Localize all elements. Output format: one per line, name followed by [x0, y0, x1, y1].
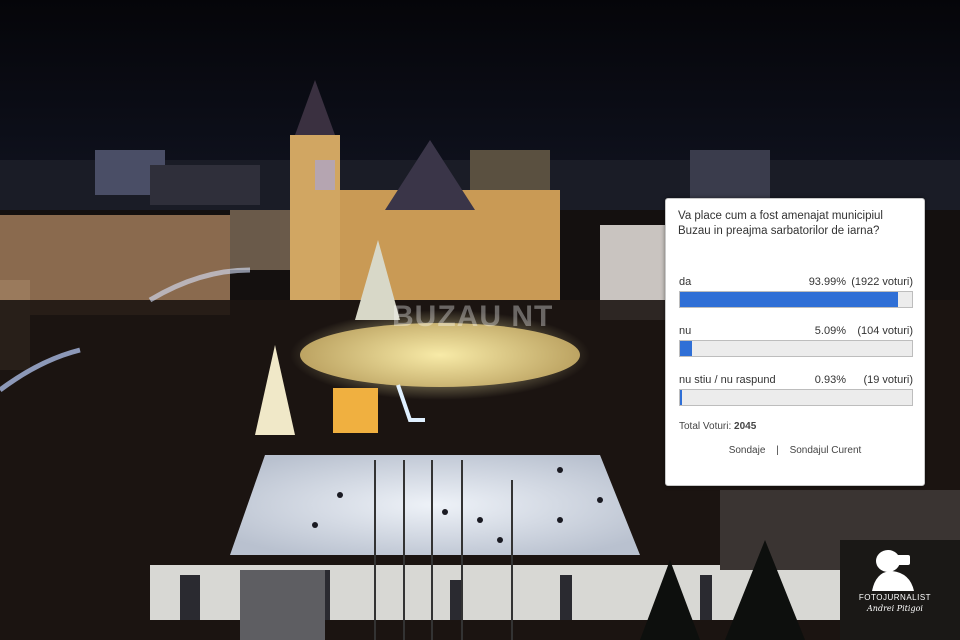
logo-text: FOTOJURNALIST — [858, 593, 932, 602]
poll-widget: Va place cum a fost amenajat municipiul … — [665, 198, 925, 486]
option-label: da — [679, 276, 692, 288]
photographer-icon — [872, 550, 914, 591]
option-bar-fill — [680, 292, 899, 307]
total-label: Total Voturi: — [679, 421, 732, 432]
option-bar-fill — [680, 341, 692, 356]
surveys-link[interactable]: Sondaje — [729, 445, 766, 456]
option-percent: 93.99% — [808, 276, 846, 288]
option-label: nu — [679, 325, 692, 337]
option-bar — [679, 389, 913, 406]
option-votes: (1922 voturi) — [851, 276, 913, 288]
poll-option-nu: nu 5.09% (104 voturi) — [679, 325, 913, 357]
photo-watermark: BUZAU NT — [392, 300, 554, 333]
option-votes: (19 voturi) — [863, 374, 913, 386]
logo-signature: Andrei Pitigoi — [867, 604, 923, 613]
total-value: 2045 — [734, 421, 757, 432]
poll-option-da: da 93.99% (1922 voturi) — [679, 276, 913, 308]
option-votes: (104 voturi) — [857, 325, 913, 337]
option-bar-fill — [680, 390, 683, 405]
photographer-logo: FOTOJURNALIST Andrei Pitigoi — [852, 545, 938, 620]
option-percent: 0.93% — [814, 374, 846, 386]
link-separator: | — [776, 445, 779, 456]
poll-links: Sondaje | Sondajul Curent — [666, 445, 924, 456]
poll-option-nu-stiu: nu stiu / nu raspund 0.93% (19 voturi) — [679, 374, 913, 406]
current-survey-link[interactable]: Sondajul Curent — [790, 445, 862, 456]
poll-question: Va place cum a fost amenajat municipiul … — [678, 210, 883, 237]
poll-total: Total Voturi: 2045 — [679, 421, 756, 432]
option-percent: 5.09% — [814, 325, 846, 337]
option-bar — [679, 340, 913, 357]
option-bar — [679, 291, 913, 308]
option-label: nu stiu / nu raspund — [679, 374, 776, 386]
